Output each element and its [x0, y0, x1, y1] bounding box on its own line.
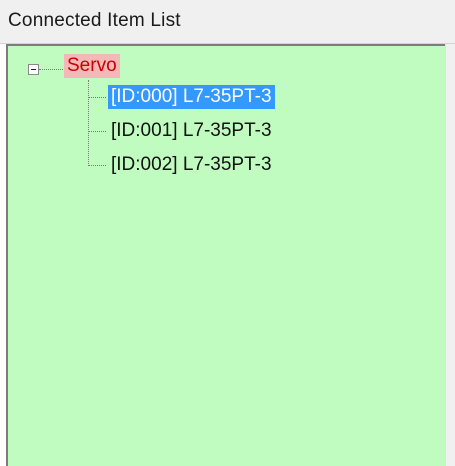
root-connector-line [39, 69, 63, 70]
connected-item-list-panel: Connected Item List Servo [ID:000] L7-35… [0, 0, 455, 466]
tree-node-id-000[interactable]: [ID:000] L7-35PT-3 [108, 85, 275, 109]
collapse-toggle-icon[interactable] [28, 64, 39, 75]
child-connector-line [88, 97, 106, 98]
child-connector-line [88, 131, 106, 132]
panel-title: Connected Item List [8, 10, 181, 31]
child-connector-line [88, 165, 106, 166]
tree-node-servo[interactable]: Servo [64, 54, 120, 78]
tree-node-id-001[interactable]: [ID:001] L7-35PT-3 [108, 119, 275, 143]
panel-right-edge [445, 44, 455, 466]
tree-node-id-002[interactable]: [ID:002] L7-35PT-3 [108, 153, 275, 177]
children-connector-line [88, 80, 89, 166]
panel-header: Connected Item List [0, 0, 455, 44]
